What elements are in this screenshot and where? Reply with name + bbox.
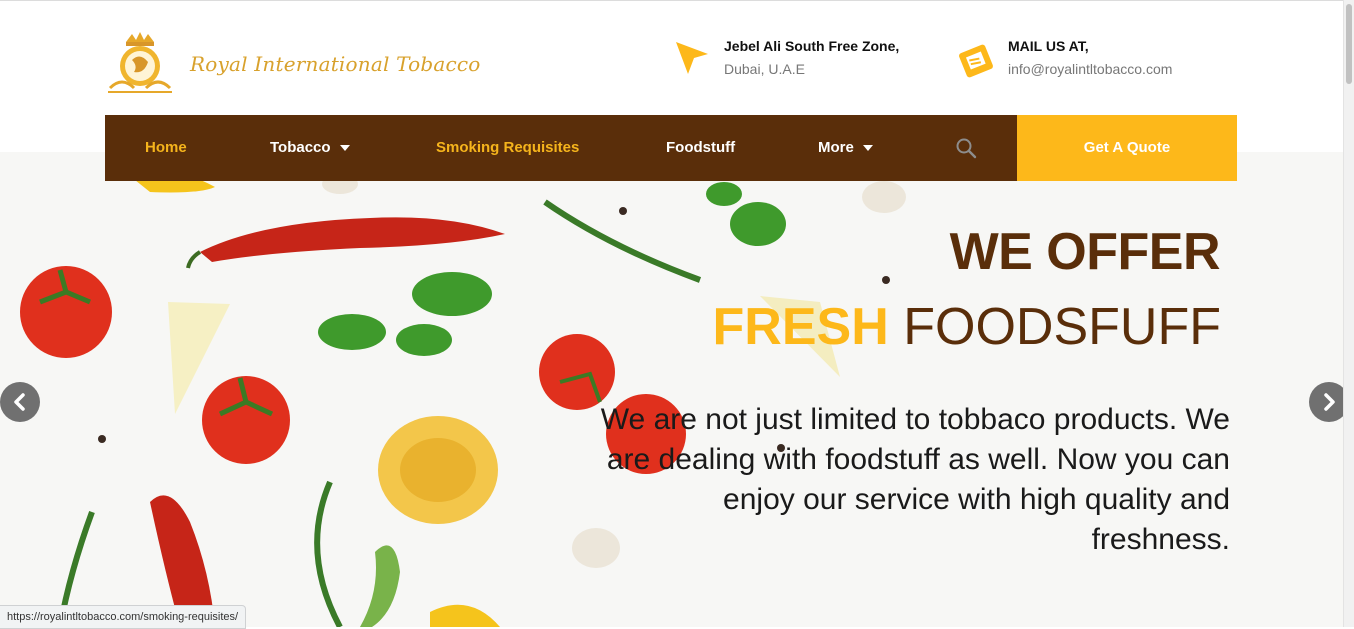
nav-home-label: Home	[145, 139, 187, 156]
nav-smoking-requisites-label: Smoking Requisites	[436, 139, 580, 156]
hero-highlight: FRESH	[712, 298, 889, 356]
status-bar-url: https://royalintltobacco.com/smoking-req…	[0, 605, 247, 629]
nav-more[interactable]: More	[818, 115, 873, 181]
search-icon[interactable]	[955, 137, 977, 159]
hero-subheading-rest: FOODSFUFF	[903, 298, 1221, 356]
hero-subheading: FRESH FOODSFUFF	[713, 297, 1221, 357]
nav-tobacco[interactable]: Tobacco	[270, 115, 350, 181]
contact-location: Jebel Ali South Free Zone, Dubai, U.A.E	[672, 34, 899, 80]
location-arrow-icon	[676, 42, 708, 74]
location-subtitle: Dubai, U.A.E	[724, 61, 805, 77]
mail-icon	[959, 44, 993, 78]
window-top-border	[0, 0, 1354, 1]
nav-foodstuff-label: Foodstuff	[666, 139, 736, 156]
scrollbar-thumb[interactable]	[1346, 4, 1352, 84]
page-scrollbar[interactable]	[1343, 0, 1354, 627]
brand-name: Royal International Tobacco	[190, 52, 481, 76]
brand-logo[interactable]: Royal International Tobacco	[104, 32, 481, 96]
nav-tobacco-label: Tobacco	[270, 139, 331, 156]
main-navbar: Home Tobacco Smoking Requisites Foodstuf…	[105, 115, 1237, 181]
slider-prev-button[interactable]	[0, 382, 40, 422]
nav-smoking-requisites[interactable]: Smoking Requisites	[436, 115, 579, 181]
mail-title: MAIL US AT,	[1008, 38, 1089, 54]
location-title: Jebel Ali South Free Zone,	[724, 38, 900, 54]
get-quote-button[interactable]: Get A Quote	[1017, 115, 1237, 181]
contact-mail: MAIL US AT, info@royalintltobacco.com	[956, 34, 1172, 80]
hero-heading: WE OFFER	[949, 223, 1221, 281]
chevron-left-icon	[14, 393, 25, 411]
nav-foodstuff[interactable]: Foodstuff	[666, 115, 735, 181]
nav-home[interactable]: Home	[145, 115, 187, 181]
hero-paragraph: We are not just limited to tobbaco produ…	[600, 403, 1230, 556]
caret-down-icon	[862, 145, 873, 152]
nav-more-label: More	[818, 139, 854, 156]
caret-down-icon	[339, 145, 350, 152]
mail-address[interactable]: info@royalintltobacco.com	[1008, 58, 1172, 80]
crown-emblem-icon	[108, 32, 172, 93]
